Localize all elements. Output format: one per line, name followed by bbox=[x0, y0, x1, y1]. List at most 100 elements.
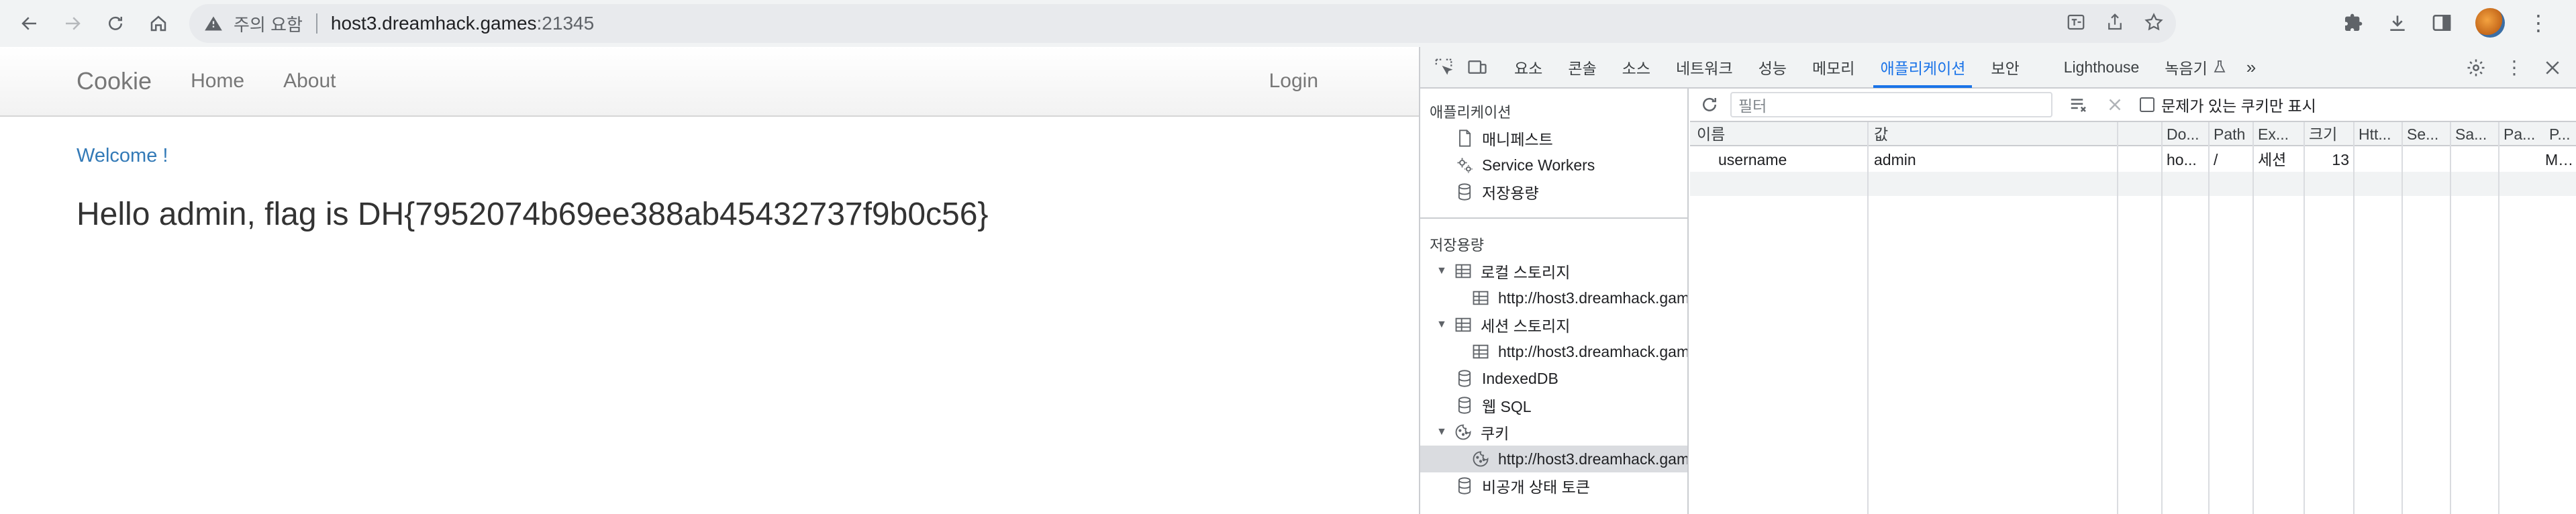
close-icon[interactable] bbox=[2542, 58, 2563, 78]
sidebar-item-storage[interactable]: 저장용량 bbox=[1455, 180, 1539, 204]
table-icon bbox=[1473, 291, 1489, 305]
login-link[interactable]: Login bbox=[1269, 70, 1318, 93]
arrow-left-icon bbox=[21, 17, 36, 30]
cookie-path-cell[interactable]: / bbox=[2214, 148, 2251, 172]
browser-menu-icon[interactable]: ⋮ bbox=[2528, 12, 2549, 34]
cookie-filter-bar: 필터 문제가 있는 쿠키만 표시 bbox=[1690, 89, 2576, 122]
translate-icon[interactable] bbox=[2066, 12, 2086, 32]
sidebar-item-cookies-origin[interactable]: http://host3.dreamhack.games:21345 bbox=[1471, 447, 1687, 471]
expand-triangle-icon[interactable]: ▼ bbox=[1436, 426, 1450, 438]
share-icon[interactable] bbox=[2105, 12, 2125, 32]
address-bar[interactable]: 주의 요함 host3.dreamhack.games :21345 bbox=[189, 4, 2176, 43]
tab-elements[interactable]: 요소 bbox=[1514, 46, 1542, 88]
tab-sources[interactable]: 소스 bbox=[1622, 46, 1650, 88]
sidebar-item-label: 비공개 상태 토큰 bbox=[1482, 478, 1590, 496]
sidebar-item-indexeddb[interactable]: IndexedDB bbox=[1455, 366, 1558, 391]
tab-security[interactable]: 보안 bbox=[1991, 46, 2019, 88]
tab-application[interactable]: 애플리케이션 bbox=[1873, 46, 1973, 88]
inspect-element-icon[interactable] bbox=[1434, 57, 1454, 77]
sidebar-item-label: http://host3.dreamhack.games:21345 bbox=[1498, 289, 1689, 307]
only-issues-checkbox[interactable] bbox=[2140, 97, 2154, 112]
column-divider bbox=[2161, 122, 2163, 514]
gears-icon bbox=[1457, 158, 1473, 173]
reload-button[interactable] bbox=[97, 5, 134, 42]
sidebar-item-local-storage-origin[interactable]: http://host3.dreamhack.games:21345 bbox=[1471, 286, 1689, 310]
sidebar-item-session-storage-origin[interactable]: http://host3.dreamhack.games:21345 bbox=[1471, 340, 1689, 364]
tab-memory[interactable]: 메모리 bbox=[1812, 46, 1854, 88]
cookie-size-cell[interactable]: 13 bbox=[2309, 148, 2349, 172]
devtools-tab-bar: 요소 콘솔 소스 네트워크 성능 메모리 애플리케이션 보안 Lighthous… bbox=[1420, 47, 2576, 89]
database-icon bbox=[1458, 397, 1471, 414]
sidebar-item-cookies[interactable]: ▼ 쿠키 bbox=[1436, 420, 1509, 444]
column-header-httponly[interactable]: Htt... bbox=[2359, 122, 2399, 146]
tab-console[interactable]: 콘솔 bbox=[1568, 46, 1596, 88]
cookie-expires-cell[interactable]: 세션 bbox=[2258, 148, 2301, 172]
browser-toolbar: 주의 요함 host3.dreamhack.games :21345 ⋮ bbox=[0, 0, 2576, 47]
tab-performance[interactable]: 성능 bbox=[1758, 46, 1787, 88]
flask-icon bbox=[2214, 60, 2226, 72]
sidebar-item-label: 매니페스트 bbox=[1482, 131, 1553, 148]
nav-home-link[interactable]: Home bbox=[191, 70, 244, 93]
tab-recorder[interactable]: 녹음기 bbox=[2165, 46, 2207, 88]
tab-network[interactable]: 네트워크 bbox=[1676, 46, 1733, 88]
table-icon bbox=[1455, 264, 1471, 278]
cookie-value-cell[interactable]: admin bbox=[1874, 148, 2109, 172]
forward-button[interactable] bbox=[54, 5, 91, 42]
column-header-samesite[interactable]: Sa... bbox=[2455, 122, 2495, 146]
sidebar-item-private-state-tokens[interactable]: 비공개 상태 토큰 bbox=[1455, 474, 1590, 498]
column-header-size[interactable]: 크기 bbox=[2309, 122, 2349, 146]
sidebar-item-manifest[interactable]: 매니페스트 bbox=[1455, 126, 1553, 150]
column-divider bbox=[2303, 122, 2305, 514]
sidebar-item-websql[interactable]: 웹 SQL bbox=[1455, 393, 1532, 417]
sidebar-item-label: 세션 스토리지 bbox=[1481, 317, 1571, 335]
devtools-menu-icon[interactable]: ⋮ bbox=[2505, 58, 2524, 77]
settings-gear-icon[interactable] bbox=[2466, 58, 2486, 78]
arrow-right-icon bbox=[66, 17, 81, 30]
column-header-secure[interactable]: Se... bbox=[2407, 122, 2447, 146]
device-toolbar-icon[interactable] bbox=[1467, 57, 1487, 77]
home-icon bbox=[150, 15, 166, 32]
bookmark-star-icon[interactable] bbox=[2144, 12, 2164, 32]
sidebar-item-local-storage[interactable]: ▼ 로컬 스토리지 bbox=[1436, 259, 1570, 283]
extensions-icon[interactable] bbox=[2342, 12, 2364, 34]
clear-all-icon[interactable] bbox=[2069, 95, 2089, 115]
refresh-icon[interactable] bbox=[1699, 95, 1720, 115]
column-header-value[interactable]: 값 bbox=[1874, 122, 2109, 146]
sidebar-item-label: IndexedDB bbox=[1482, 369, 1558, 387]
cookie-domain-cell[interactable]: ho... bbox=[2167, 148, 2206, 172]
security-status[interactable]: 주의 요함 bbox=[234, 11, 303, 36]
sidebar-item-label: Service Workers bbox=[1482, 156, 1595, 174]
column-header-domain[interactable]: Do... bbox=[2167, 122, 2206, 146]
column-header-name[interactable]: 이름 bbox=[1697, 122, 1865, 146]
tab-lighthouse[interactable]: Lighthouse bbox=[2064, 46, 2140, 88]
column-header-partition-key[interactable]: Pa... bbox=[2504, 122, 2544, 146]
filter-input[interactable]: 필터 bbox=[1730, 92, 2052, 117]
warning-icon bbox=[205, 16, 222, 31]
home-button[interactable] bbox=[140, 5, 177, 42]
cookie-priority-cell[interactable]: Me... bbox=[2545, 148, 2576, 172]
cookies-pane: 필터 문제가 있는 쿠키만 표시 이름 값 Do... Path Ex... 크… bbox=[1690, 89, 2576, 514]
sidebar-item-label: http://host3.dreamhack.games:21345 bbox=[1498, 342, 1689, 360]
web-page: Cookie Home About Login Welcome ! Hello … bbox=[0, 47, 1419, 514]
sidebar-item-label: 로컬 스토리지 bbox=[1481, 264, 1571, 281]
database-icon bbox=[1458, 370, 1471, 387]
site-brand[interactable]: Cookie bbox=[77, 67, 152, 95]
sidebar-item-session-storage[interactable]: ▼ 세션 스토리지 bbox=[1436, 313, 1570, 337]
column-header-path[interactable]: Path bbox=[2214, 122, 2251, 146]
sidebar-item-service-workers[interactable]: Service Workers bbox=[1455, 153, 1595, 177]
delete-selected-icon[interactable] bbox=[2105, 95, 2125, 115]
download-icon[interactable] bbox=[2387, 12, 2408, 34]
nav-about-link[interactable]: About bbox=[283, 70, 336, 93]
database-icon bbox=[1458, 477, 1471, 495]
side-panel-icon[interactable] bbox=[2431, 12, 2453, 34]
sidebar-divider bbox=[1420, 217, 1687, 219]
cookie-table: 이름 값 Do... Path Ex... 크기 Htt... Se... Sa… bbox=[1690, 122, 2576, 514]
column-header-expires[interactable]: Ex... bbox=[2258, 122, 2301, 146]
expand-triangle-icon[interactable]: ▼ bbox=[1436, 265, 1450, 277]
more-tabs-chevron-icon[interactable]: » bbox=[2246, 46, 2256, 88]
profile-avatar[interactable] bbox=[2475, 8, 2505, 38]
back-button[interactable] bbox=[11, 5, 48, 42]
expand-triangle-icon[interactable]: ▼ bbox=[1436, 319, 1450, 331]
cookie-name-cell[interactable]: username bbox=[1718, 148, 1866, 172]
column-header-priority[interactable]: P... bbox=[2549, 122, 2576, 146]
